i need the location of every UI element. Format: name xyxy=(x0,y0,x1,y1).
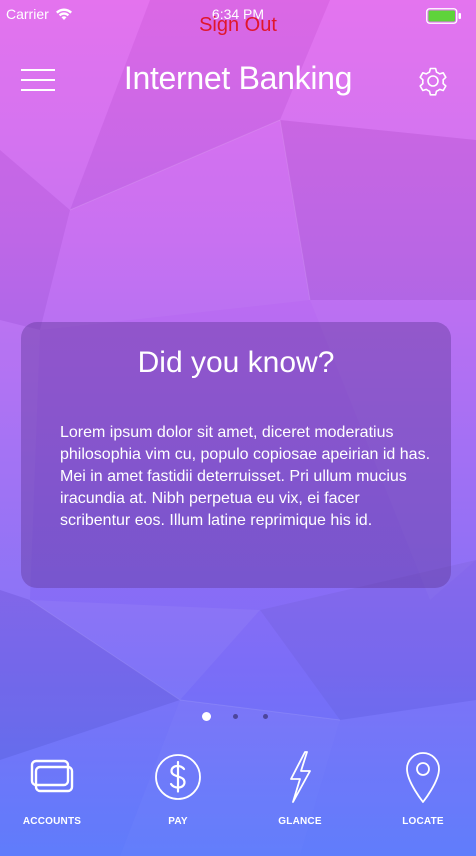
tab-label-pay: PAY xyxy=(168,816,188,827)
page-title: Internet Banking xyxy=(123,60,353,96)
card-title: Did you know? xyxy=(137,346,335,379)
tab-glance[interactable]: GLANCE xyxy=(248,740,352,840)
lightning-icon xyxy=(290,751,311,803)
tab-bar: ACCOUNTS PAY GLANCE LOCATE xyxy=(0,740,476,856)
app-screen: Carrier 6:34 PM Sign Out Internet Bankin… xyxy=(0,0,476,856)
sign-out-label: Sign Out xyxy=(199,14,277,36)
page-dot-3[interactable] xyxy=(263,714,268,719)
page-indicator[interactable] xyxy=(0,710,476,724)
tab-pay[interactable]: PAY xyxy=(126,740,230,840)
tab-label-locate: LOCATE xyxy=(402,816,444,827)
card-body-text: Lorem ipsum dolor sit amet, diceret mode… xyxy=(60,424,431,529)
map-pin-icon xyxy=(406,752,440,803)
dollar-icon xyxy=(155,754,201,800)
sign-out-button[interactable]: Sign Out xyxy=(0,14,476,37)
cards-icon xyxy=(30,759,74,793)
tab-accounts[interactable]: ACCOUNTS xyxy=(0,740,104,840)
tab-label-accounts: ACCOUNTS xyxy=(22,816,82,827)
tab-locate[interactable]: LOCATE xyxy=(371,740,475,840)
gear-icon[interactable] xyxy=(416,64,450,98)
page-dot-1[interactable] xyxy=(202,712,211,721)
tab-label-glance: GLANCE xyxy=(278,816,322,827)
page-dot-2[interactable] xyxy=(233,714,238,719)
did-you-know-card: Did you know? Lorem ipsum dolor sit amet… xyxy=(21,322,451,588)
